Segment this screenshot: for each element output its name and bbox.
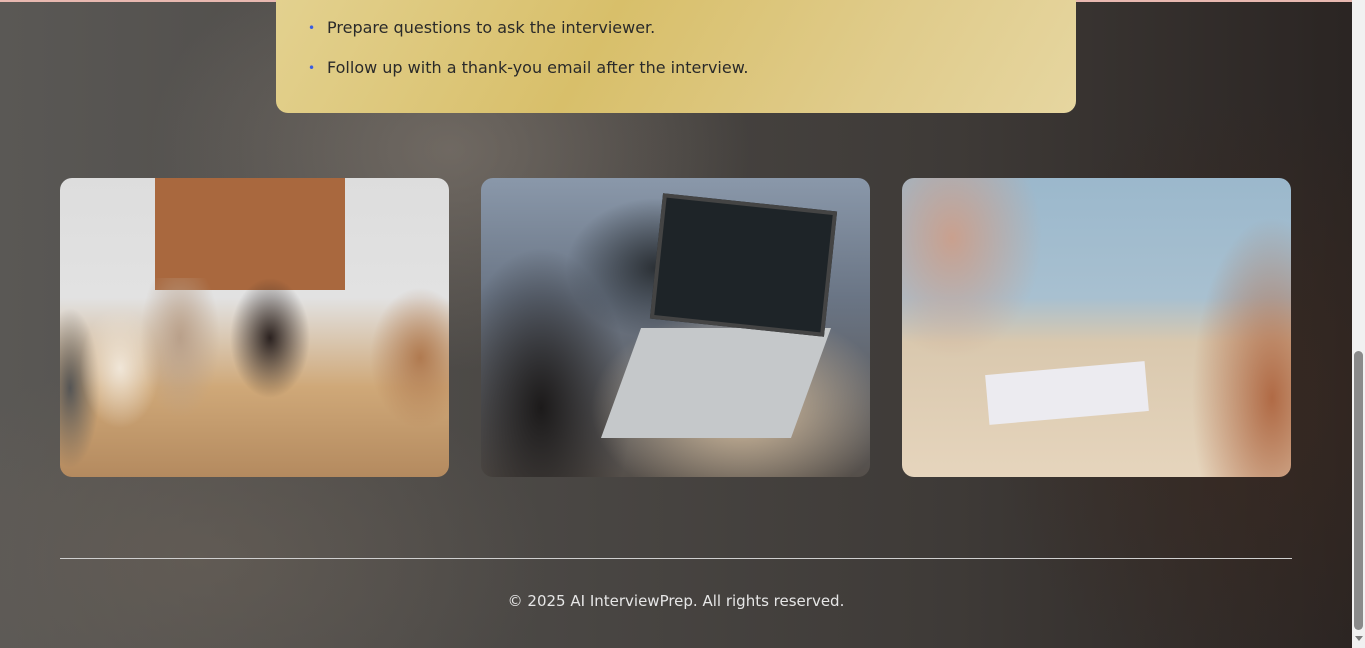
team-meeting-image xyxy=(60,178,449,477)
tip-text: Follow up with a thank-you email after t… xyxy=(327,58,749,77)
corkboard xyxy=(155,178,345,290)
bullet-icon: • xyxy=(308,61,316,75)
scrollbar-thumb[interactable] xyxy=(1354,351,1363,630)
tip-text: Prepare questions to ask the interviewer… xyxy=(327,18,656,37)
laptop-screen xyxy=(649,193,838,337)
list-item: • Follow up with a thank-you email after … xyxy=(308,57,1076,97)
people xyxy=(60,278,449,477)
list-item: • Prepare questions to ask the interviewe… xyxy=(308,17,1076,57)
laptop-base xyxy=(600,328,832,438)
tips-list: • Prepare questions to ask the interviewe… xyxy=(276,17,1076,97)
scroll-down-arrow-icon[interactable] xyxy=(1355,636,1363,641)
paper xyxy=(985,361,1149,425)
laptop-code-image xyxy=(481,178,870,477)
interview-table-image xyxy=(902,178,1291,477)
scrollbar[interactable] xyxy=(1352,0,1365,648)
footer-copyright: © 2025 AI InterviewPrep. All rights rese… xyxy=(507,592,845,610)
bullet-icon: • xyxy=(308,21,316,35)
interview-tips-card: • Prepare questions to ask the interviewe… xyxy=(276,0,1076,113)
footer-divider xyxy=(60,558,1292,559)
